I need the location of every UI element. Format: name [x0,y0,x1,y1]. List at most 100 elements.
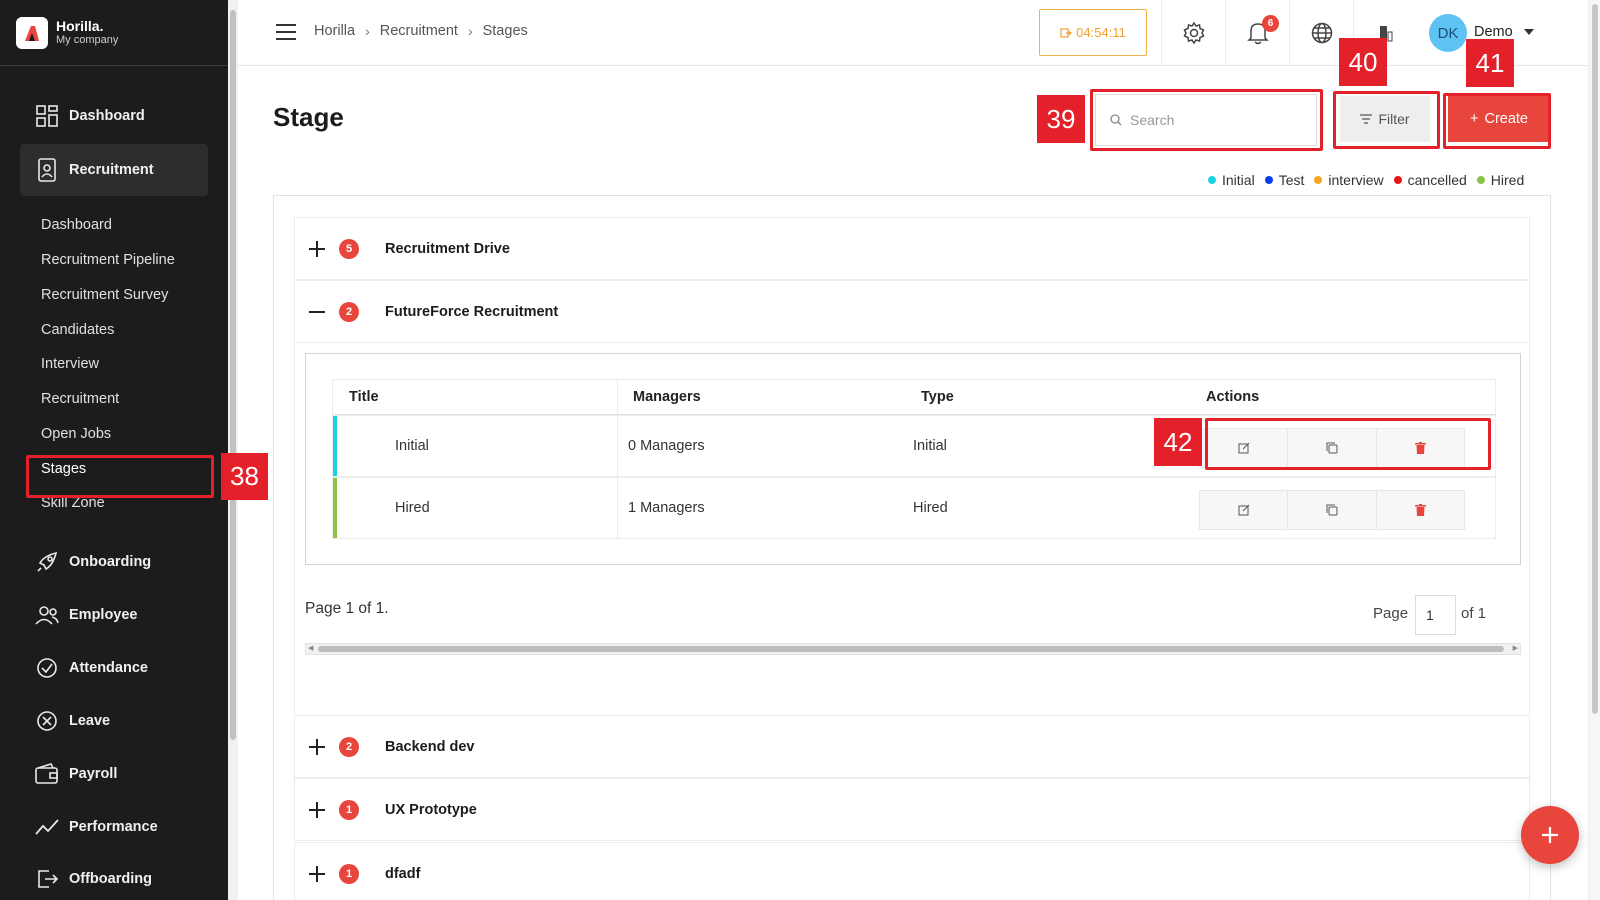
page-scrollbar[interactable] [1588,0,1600,900]
sub-item-open-jobs[interactable]: Open Jobs [41,426,111,442]
expand-plus-icon[interactable] [309,801,325,818]
table-horizontal-scrollbar[interactable]: ◀ ▶ [305,643,1521,655]
page-number-input[interactable] [1415,595,1456,635]
sidebar-scrollbar[interactable] [228,0,238,900]
sidebar-item-label: Performance [69,819,158,835]
group-name: UX Prototype [385,801,477,818]
group-count-badge: 1 [339,799,359,820]
scroll-right-icon[interactable]: ▶ [1513,644,1518,652]
page-title: Stage [273,102,344,132]
notifications-button[interactable]: 6 [1225,0,1289,66]
app-root: Horilla. My company Dashboard Recruitmen… [0,0,1600,900]
breadcrumb-item[interactable]: Horilla [314,23,355,39]
sidebar-item-label: Offboarding [69,871,152,887]
hamburger-menu-icon[interactable] [276,24,296,40]
sidebar-item-payroll[interactable]: Payroll [20,748,208,800]
copy-icon [1326,504,1338,516]
sub-item-interview[interactable]: Interview [41,356,99,372]
group-row[interactable]: 5 Recruitment Drive [294,217,1530,280]
recruitment-icon [35,158,59,182]
stage-type-accent [333,478,337,538]
stage-type: Initial [913,438,947,454]
edit-button[interactable] [1200,491,1289,529]
annotation-label-38: 38 [221,453,268,500]
sidebar-item-label: Employee [69,607,138,623]
legend-dot-icon [1393,176,1402,184]
brand-name: Horilla. [56,17,104,34]
checkout-timer-button[interactable]: 04:54:11 [1039,9,1147,56]
legend-label: Hired [1490,172,1525,188]
group-row[interactable]: 1 dfadf [294,842,1530,900]
column-divider [617,478,618,538]
group-row[interactable]: 1 UX Prototype [294,778,1530,841]
column-header-title[interactable]: Title [349,389,379,405]
group-name: Backend dev [385,738,475,755]
duplicate-button[interactable] [1288,491,1377,529]
sub-item-candidates[interactable]: Candidates [41,322,114,338]
sidebar-item-recruitment[interactable]: Recruitment [20,144,208,196]
group-name: dfadf [385,865,421,882]
sub-item-recruitment-pipeline[interactable]: Recruitment Pipeline [41,252,175,268]
legend-dot-icon [1208,176,1216,184]
annotation-label-39: 39 [1037,95,1085,143]
edit-icon [1238,504,1250,516]
legend-label: interview [1328,172,1384,188]
scroll-left-icon[interactable]: ◀ [308,644,313,652]
sidebar-item-onboarding[interactable]: Onboarding [20,536,208,588]
column-header-managers[interactable]: Managers [633,389,701,405]
legend-item[interactable]: Test [1264,172,1304,188]
sidebar-item-attendance[interactable]: Attendance [20,642,208,694]
people-icon [35,603,59,627]
sidebar-item-leave[interactable]: Leave [20,695,208,747]
trash-icon [1414,504,1426,516]
stage-table-header: Title Managers Type Actions [332,379,1496,415]
wallet-icon [35,762,59,786]
timer-value: 04:54:11 [1076,25,1126,40]
legend-item[interactable]: interview [1314,172,1384,188]
brand[interactable]: Horilla. My company [0,0,228,66]
legend-dot-icon [1476,176,1485,184]
breadcrumb-current: Stages [482,23,528,39]
avatar[interactable]: DK [1429,14,1467,52]
expand-plus-icon[interactable] [309,865,325,882]
chevron-down-icon[interactable] [1524,29,1534,35]
sidebar-item-performance[interactable]: Performance [20,801,208,853]
group-count-badge: 5 [339,238,359,259]
annotation-box-41 [1443,93,1551,149]
recruitment-groups-panel: 5 Recruitment Drive 2 FutureForce Recrui… [273,195,1551,900]
sidebar-item-employee[interactable]: Employee [20,589,208,641]
annotation-box-42 [1205,418,1491,470]
sidebar-item-dashboard[interactable]: Dashboard [20,90,208,142]
sidebar-item-offboarding[interactable]: Offboarding [20,853,208,900]
sub-item-dashboard[interactable]: Dashboard [41,217,112,233]
legend-item[interactable]: cancelled [1393,172,1467,188]
group-row[interactable]: 2 Backend dev [294,715,1530,778]
breadcrumb: Horilla › Recruitment › Stages [314,23,528,39]
rocket-icon [35,550,59,574]
sub-item-recruitment-survey[interactable]: Recruitment Survey [41,287,168,303]
settings-button[interactable] [1161,0,1225,66]
delete-button[interactable] [1376,491,1464,529]
quick-add-button[interactable] [1521,806,1579,864]
column-header-type[interactable]: Type [921,389,954,405]
stage-type-accent [333,416,337,476]
breadcrumb-item[interactable]: Recruitment [380,23,458,39]
sidebar-item-label: Leave [69,713,111,729]
legend-item[interactable]: Initial [1208,172,1255,188]
exit-icon [35,867,59,891]
sidebar-scrollbar-thumb[interactable] [230,10,236,740]
sidebar-item-label: Attendance [69,660,148,676]
stage-managers: 0 Managers [628,438,705,454]
expand-plus-icon[interactable] [309,738,325,755]
page-scrollbar-thumb[interactable] [1592,4,1598,714]
sub-item-recruitment[interactable]: Recruitment [41,391,119,407]
group-row[interactable]: 2 FutureForce Recruitment [294,280,1530,343]
sidebar-item-label: Dashboard [69,108,145,124]
horizontal-scrollbar-thumb[interactable] [318,646,1504,652]
table-row[interactable]: Hired 1 Managers Hired [332,477,1496,539]
collapse-minus-icon[interactable] [309,304,325,320]
expand-plus-icon[interactable] [309,240,325,257]
user-name[interactable]: Demo [1474,24,1513,40]
legend-item[interactable]: Hired [1476,172,1525,188]
group-name: FutureForce Recruitment [385,303,559,320]
